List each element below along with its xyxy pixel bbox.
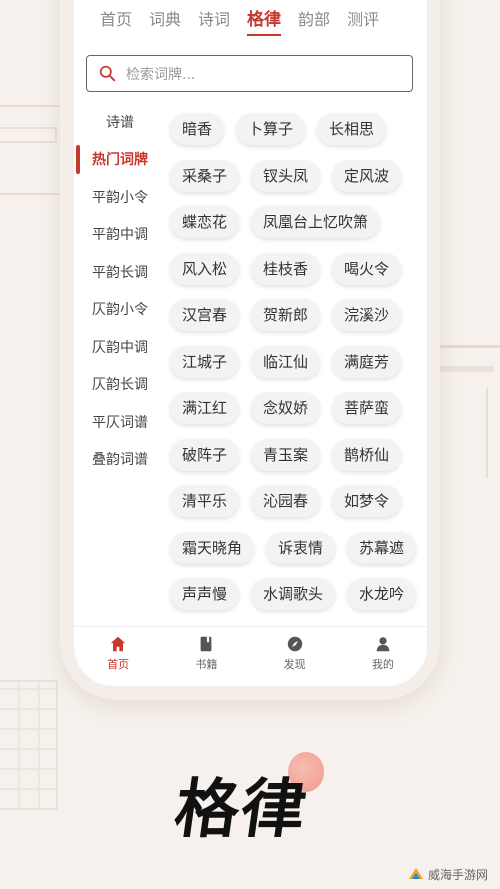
side-nav: 诗谱 热门词牌 平韵小令 平韵中调 平韵长调 仄韵小令 仄韵中调 仄韵长调 平仄… (74, 103, 166, 478)
side-item-zeyun-zhongdiao[interactable]: 仄韵中调 (74, 328, 166, 366)
nav-me-label: 我的 (371, 658, 394, 671)
cipai-chip[interactable]: 破阵子 (170, 438, 240, 471)
side-item-zeyun-changdiao[interactable]: 仄韵长调 (74, 366, 166, 404)
side-item-pingze[interactable]: 平仄词谱 (74, 403, 166, 441)
cipai-chip[interactable]: 念奴娇 (251, 392, 321, 424)
home-icon (110, 636, 126, 652)
cipai-chip[interactable]: 定风波 (332, 159, 402, 192)
cipai-chip[interactable]: 贺新郎 (251, 299, 321, 331)
chip-row: 汉宫春 贺新郎 浣溪沙 (170, 299, 426, 331)
nav-me[interactable]: 我的 (353, 627, 413, 686)
side-item-hot[interactable]: 热门词牌 (74, 141, 166, 179)
decorative-eave-right (430, 345, 500, 478)
cipai-chip[interactable]: 苏幕遮 (347, 531, 417, 564)
cipai-chip[interactable]: 青玉案 (251, 438, 321, 471)
cipai-chip[interactable]: 满江红 (170, 392, 240, 424)
search-input[interactable]: 检索词牌... (86, 55, 413, 92)
cipai-chip[interactable]: 暗香 (170, 113, 225, 145)
nav-discover-label: 发现 (283, 658, 306, 671)
side-item-pingyun-changdiao[interactable]: 平韵长调 (74, 253, 166, 291)
cipai-chip[interactable]: 菩萨蛮 (332, 392, 402, 424)
cipai-chip[interactable]: 长相思 (317, 113, 387, 145)
cipai-chip[interactable]: 凤凰台上忆吹箫 (251, 206, 381, 238)
top-tabs: 首页 词典 诗词 格律 韵部 测评 (100, 8, 396, 36)
cipai-chip[interactable]: 如梦令 (332, 485, 402, 517)
cipai-chip[interactable]: 沁园春 (251, 485, 321, 517)
tab-quiz[interactable]: 测评 (347, 8, 379, 36)
calligraphy-title: 格律 (170, 752, 360, 852)
tab-poems[interactable]: 诗词 (198, 8, 230, 36)
chip-row: 江城子 临江仙 满庭芳 (170, 345, 426, 378)
cipai-chip[interactable]: 江城子 (170, 345, 240, 378)
side-item-zeyun-xiaoling[interactable]: 仄韵小令 (74, 291, 166, 329)
tab-dictionary[interactable]: 词典 (149, 8, 181, 36)
book-icon (200, 636, 212, 652)
cipai-chip[interactable]: 采桑子 (170, 159, 240, 192)
cipai-chip[interactable]: 浣溪沙 (332, 299, 402, 331)
side-item-pingyun-xiaoling[interactable]: 平韵小令 (74, 178, 166, 216)
chip-row: 声声慢 水调歌头 水龙吟 (170, 578, 426, 610)
decorative-lattice-window (0, 680, 58, 810)
nav-home-label: 首页 (107, 658, 130, 671)
cipai-chip[interactable]: 水调歌头 (251, 578, 336, 610)
cipai-chip[interactable]: 钗头凤 (251, 159, 321, 192)
chip-row: 破阵子 青玉案 鹊桥仙 (170, 438, 426, 471)
watermark: 威海手游网 (408, 866, 488, 883)
cipai-chip[interactable]: 霜天晓角 (170, 531, 255, 564)
nav-discover[interactable]: 发现 (265, 627, 325, 686)
cipai-chip[interactable]: 卜算子 (236, 113, 306, 145)
cipai-chip[interactable]: 蝶恋花 (170, 206, 240, 238)
cipai-chip[interactable]: 声声慢 (170, 578, 240, 610)
cipai-chip[interactable]: 清平乐 (170, 485, 240, 517)
nav-books[interactable]: 书籍 (176, 627, 236, 686)
cipai-chip[interactable]: 桂枝香 (251, 252, 321, 285)
cipai-chip[interactable]: 鹊桥仙 (332, 438, 402, 471)
side-item-shipu[interactable]: 诗谱 (74, 103, 166, 141)
chip-row: 霜天晓角 诉衷情 苏幕遮 (170, 531, 426, 564)
cipai-chip[interactable]: 汉宫春 (170, 299, 240, 331)
nav-home[interactable]: 首页 (88, 627, 148, 686)
chip-row: 蝶恋花 凤凰台上忆吹箫 (170, 206, 426, 238)
app-screen: 首页 词典 诗词 格律 韵部 测评 检索词牌... 诗谱 热门词牌 平韵小令 平… (74, 0, 427, 686)
cipai-chip[interactable]: 满庭芳 (332, 345, 402, 378)
compass-icon (287, 636, 302, 652)
watermark-text: 威海手游网 (427, 868, 488, 882)
search-placeholder: 检索词牌... (126, 66, 196, 83)
chip-row: 清平乐 沁园春 如梦令 (170, 485, 426, 517)
chip-row: 暗香 卜算子 长相思 (170, 113, 426, 145)
cipai-chip[interactable]: 风入松 (170, 252, 240, 285)
chip-row: 满江红 念奴娇 菩萨蛮 (170, 392, 426, 424)
cipai-chip[interactable]: 喝火令 (332, 252, 402, 285)
page-title: 格律 (169, 772, 313, 847)
search-icon (99, 65, 116, 82)
user-icon (376, 637, 390, 652)
watermark-logo-icon (408, 867, 423, 879)
cipai-chip[interactable]: 水龙吟 (347, 578, 417, 610)
cipai-chip-grid: 暗香 卜算子 长相思 采桑子 钗头凤 定风波 蝶恋花 凤凰台上忆吹箫 风入松 桂… (170, 113, 426, 625)
cipai-chip[interactable]: 诉衷情 (266, 531, 336, 564)
nav-books-label: 书籍 (195, 658, 218, 671)
tab-home[interactable]: 首页 (100, 8, 132, 36)
tab-gelv[interactable]: 格律 (247, 8, 282, 36)
chip-row: 风入松 桂枝香 喝火令 (170, 252, 426, 285)
chip-row: 采桑子 钗头凤 定风波 (170, 159, 426, 192)
tab-rhyme[interactable]: 韵部 (298, 8, 330, 36)
side-item-pingyun-zhongdiao[interactable]: 平韵中调 (74, 216, 166, 254)
cipai-chip[interactable]: 临江仙 (251, 345, 321, 378)
side-item-dieyun[interactable]: 叠韵词谱 (74, 441, 166, 479)
bottom-nav: 首页 书籍 发现 我的 (74, 626, 427, 686)
